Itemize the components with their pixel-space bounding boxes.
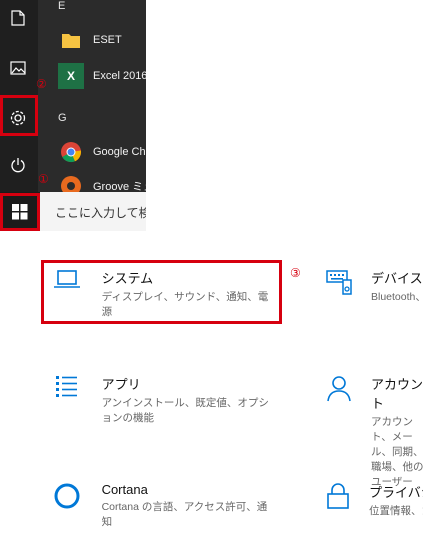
cortana-icon: [52, 482, 82, 512]
step-marker-2: ②: [36, 77, 47, 91]
tile-description: アカウント、メール、同期、職場、他のユーザー: [371, 416, 423, 488]
highlight-settings: [0, 95, 38, 136]
highlight-system-tile: [41, 260, 282, 324]
settings-tile-cortana[interactable]: Cortana Cortana の言語、アクセス許可、通知: [52, 482, 274, 530]
app-name: Google Chrome: [93, 146, 146, 158]
app-name: ESET: [93, 34, 122, 46]
app-name: Excel 2016: [93, 70, 146, 82]
step-marker-3: ③: [290, 266, 301, 280]
tile-title: デバイス: [371, 271, 423, 286]
tile-title: アカウント: [371, 377, 423, 411]
letter-header-e[interactable]: E: [58, 0, 65, 12]
tile-title: Cortana: [101, 482, 148, 497]
app-chrome[interactable]: Google Chrome: [58, 138, 146, 166]
settings-tile-apps[interactable]: アプリ アンインストール、既定値、オプションの機能: [52, 374, 274, 426]
settings-tile-accounts[interactable]: アカウント アカウント、メール、同期、職場、他のユーザー: [325, 374, 423, 490]
excel-icon: X: [58, 63, 84, 89]
settings-tile-devices[interactable]: デバイス Bluetooth、プリンター、マウス: [325, 268, 423, 305]
document-icon[interactable]: [8, 8, 28, 28]
settings-tile-privacy[interactable]: プライバシー 位置情報、カメラ: [325, 482, 423, 519]
letter-header-g[interactable]: G: [58, 112, 67, 124]
app-eset[interactable]: ESET: [58, 26, 146, 54]
tile-description: 位置情報、カメラ: [369, 505, 423, 517]
step-marker-1: ①: [38, 172, 49, 186]
tile-description: アンインストール、既定値、オプションの機能: [101, 397, 269, 424]
power-icon[interactable]: [8, 155, 28, 175]
pictures-icon[interactable]: [8, 58, 28, 78]
person-icon: [325, 374, 353, 404]
app-excel[interactable]: X Excel 2016: [58, 62, 146, 90]
folder-icon: [58, 27, 84, 53]
chrome-icon: [58, 139, 84, 165]
tile-description: Bluetooth、プリンター、マウス: [371, 291, 423, 303]
tile-description: Cortana の言語、アクセス許可、通知: [101, 501, 268, 528]
taskbar-search[interactable]: ここに入力して検索: [40, 192, 146, 231]
devices-icon: [325, 268, 353, 298]
search-placeholder: ここに入力して検索: [55, 205, 146, 220]
apps-list-icon: [52, 374, 82, 404]
highlight-start-button: [0, 193, 40, 231]
tile-title: アプリ: [101, 377, 141, 392]
lock-icon: [325, 482, 351, 512]
tile-title: プライバシー: [369, 485, 423, 500]
